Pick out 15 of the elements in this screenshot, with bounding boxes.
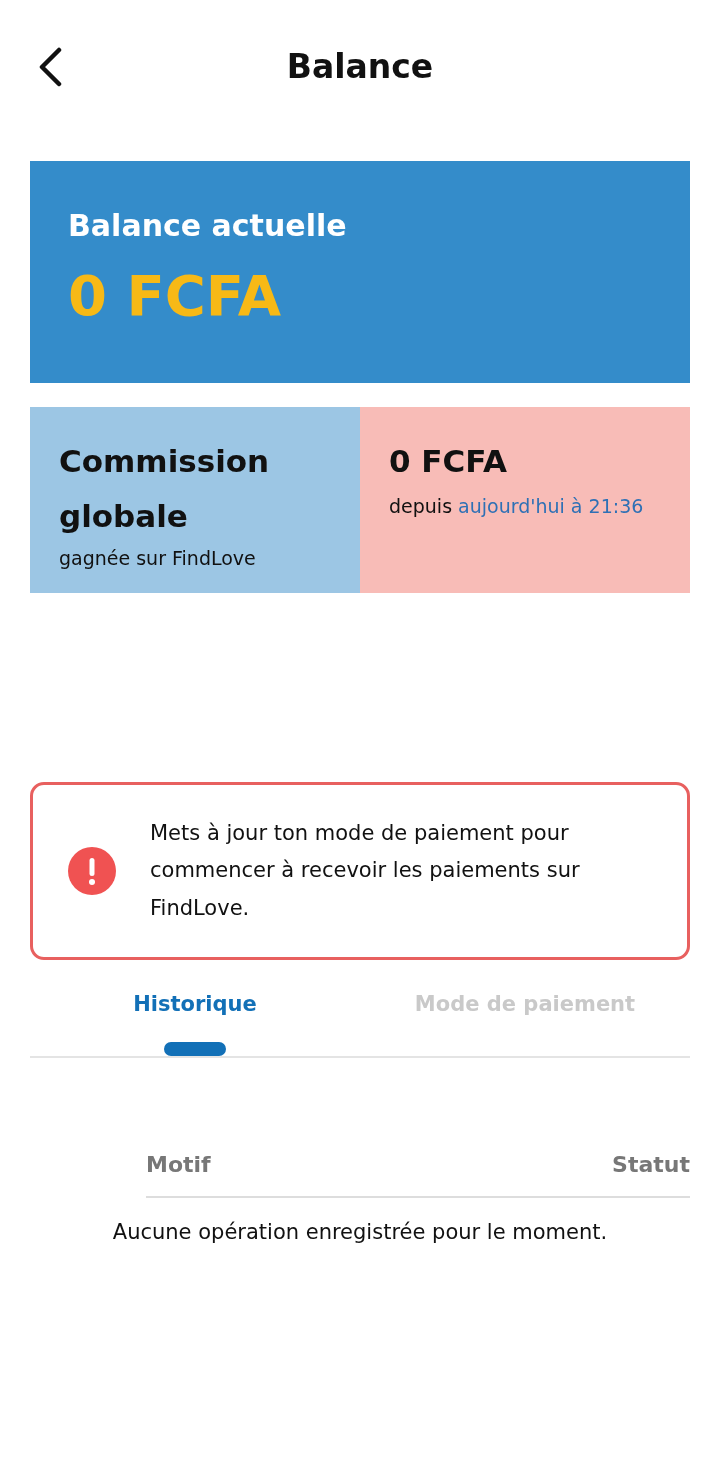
commission-amount: 0 FCFA (389, 442, 507, 481)
balance-amount: 0 FCFA (68, 262, 281, 330)
empty-message: Aucune opération enregistrée pour le moment. (112, 1219, 608, 1246)
tab[interactable]: Historique (30, 960, 360, 1056)
page-title: Balance (286, 46, 434, 88)
warning-icon (68, 847, 116, 895)
commission-title: Commission globale (59, 442, 271, 536)
column-header: Statut (612, 1151, 690, 1179)
back-icon (37, 47, 63, 87)
balance-label: Balance actuelle (68, 207, 347, 245)
alert-message: Mets à jour ton mode de paiement pour commencer à recevoir les paiements sur FindLove. (150, 819, 581, 922)
tab-indicator (164, 1042, 226, 1056)
commission-subtitle: gagnée sur FindLove (59, 546, 256, 571)
column-header: Motif (146, 1151, 211, 1179)
since-text: depuis aujourd'hui à 21:36 (389, 494, 644, 519)
